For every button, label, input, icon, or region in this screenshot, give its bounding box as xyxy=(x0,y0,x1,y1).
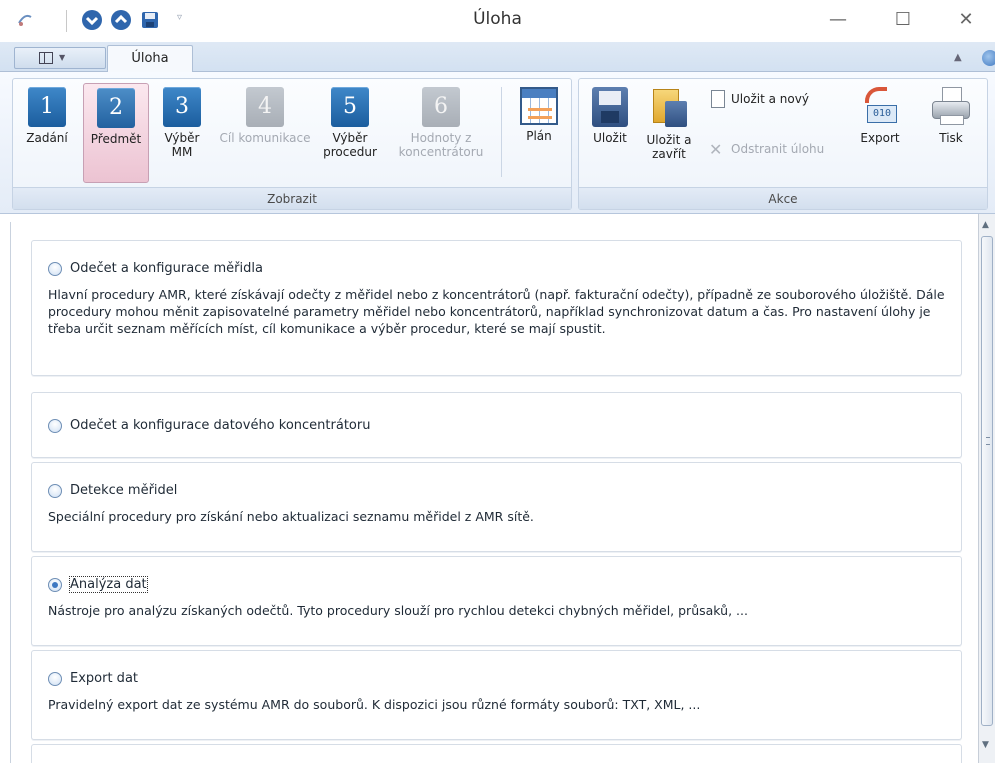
list-item[interactable] xyxy=(31,744,962,763)
task-option[interactable]: Export dat xyxy=(48,670,138,688)
vyber-procedur-button[interactable]: 5 Výběr procedur xyxy=(320,87,380,159)
application-menu-button[interactable]: ▼ xyxy=(14,47,106,69)
new-document-icon xyxy=(711,90,725,108)
odstranit-ulohu-label: Odstranit úlohu xyxy=(731,142,825,156)
task-title: Odečet a konfigurace datového koncentrát… xyxy=(70,418,371,433)
close-button[interactable]: ✕ xyxy=(946,6,986,36)
tisk-button[interactable]: Tisk xyxy=(925,87,977,145)
export-label: Export xyxy=(860,131,900,145)
task-title: Export dat xyxy=(70,671,139,686)
ribbon: 1 Zadání 2 Předmět 3 Výběr MM 4 Cíl komu… xyxy=(0,72,995,214)
ulozit-button[interactable]: Uložit xyxy=(587,87,633,145)
step-2-icon: 2 xyxy=(97,88,135,128)
chevron-down-icon: ▼ xyxy=(59,53,66,62)
scroll-down-icon[interactable]: ▼ xyxy=(982,740,989,750)
printer-icon xyxy=(930,87,972,127)
ribbon-group-akce: Uložit Uložit a zavřít Uložit a nový ✕ O… xyxy=(578,78,988,210)
radio-button[interactable] xyxy=(48,672,62,686)
task-option[interactable]: Odečet a konfigurace měřidla xyxy=(48,260,263,278)
list-item[interactable]: Analýza dat Nástroje pro analýzu získaný… xyxy=(31,556,962,646)
ulozit-a-zavrit-label: Uložit a zavřít xyxy=(646,133,692,161)
radio-button[interactable] xyxy=(48,484,62,498)
task-title: Detekce měřidel xyxy=(70,483,178,498)
step-3-icon: 3 xyxy=(163,87,201,127)
help-icon[interactable] xyxy=(982,50,995,66)
task-option[interactable]: Odečet a konfigurace datového koncentrát… xyxy=(48,417,370,435)
vertical-scrollbar[interactable]: ▲ ▼ xyxy=(978,214,995,763)
delete-icon: ✕ xyxy=(709,140,723,159)
task-title: Analýza dat xyxy=(69,576,148,593)
ribbon-group-zobrazit: 1 Zadání 2 Předmět 3 Výběr MM 4 Cíl komu… xyxy=(12,78,572,210)
scrollbar-thumb[interactable] xyxy=(981,236,993,726)
predmet-label: Předmět xyxy=(90,132,142,146)
calendar-icon xyxy=(520,87,558,125)
radio-button[interactable] xyxy=(48,262,62,276)
group-divider xyxy=(501,87,502,177)
cil-komunikace-button[interactable]: 4 Cíl komunikace xyxy=(216,87,314,145)
step-6-icon: 6 xyxy=(422,87,460,127)
task-type-list: Odečet a konfigurace měřidla Hlavní proc… xyxy=(0,214,995,763)
radio-button[interactable] xyxy=(48,419,62,433)
task-description: Hlavní procedury AMR, které získávají od… xyxy=(48,287,945,336)
ribbon-tab-row: ▼ Úloha ▲ xyxy=(0,42,995,73)
cil-komunikace-label: Cíl komunikace xyxy=(219,131,311,145)
zadani-label: Zadání xyxy=(26,131,68,145)
export-icon: 010 xyxy=(861,87,899,127)
ulozit-a-novy-button[interactable]: Uložit a nový xyxy=(705,89,845,109)
plan-label: Plán xyxy=(526,129,552,143)
export-button[interactable]: 010 Export xyxy=(851,87,909,145)
list-item[interactable]: Detekce měřidel Speciální procedury pro … xyxy=(31,462,962,552)
task-option[interactable]: Analýza dat xyxy=(48,576,148,594)
step-5-icon: 5 xyxy=(331,87,369,127)
odstranit-ulohu-button[interactable]: ✕ Odstranit úlohu xyxy=(705,139,845,159)
list-item[interactable]: Odečet a konfigurace měřidla Hlavní proc… xyxy=(31,240,962,376)
menu-icon xyxy=(39,52,53,64)
step-4-icon: 4 xyxy=(246,87,284,127)
group-label-zobrazit: Zobrazit xyxy=(13,187,571,209)
task-description: Nástroje pro analýzu získaných odečtů. T… xyxy=(48,603,748,618)
predmet-button[interactable]: 2 Předmět xyxy=(83,83,149,183)
radio-button-selected[interactable] xyxy=(48,578,62,592)
list-item[interactable]: Export dat Pravidelný export dat ze syst… xyxy=(31,650,962,740)
small-actions: Uložit a nový ✕ Odstranit úlohu xyxy=(705,89,845,159)
task-description: Speciální procedury pro získání nebo akt… xyxy=(48,509,534,524)
tab-uloha[interactable]: Úloha xyxy=(107,45,193,73)
step-1-icon: 1 xyxy=(28,87,66,127)
scroll-up-icon[interactable]: ▲ xyxy=(982,220,989,230)
title-bar: ▿ Úloha — ☐ ✕ xyxy=(0,0,995,42)
floppy-disk-icon xyxy=(592,87,628,127)
collapse-ribbon-icon[interactable]: ▲ xyxy=(954,52,962,63)
vyber-mm-button[interactable]: 3 Výběr MM xyxy=(153,87,211,159)
hodnoty-z-koncentratoru-label: Hodnoty z koncentrátoru xyxy=(398,131,484,159)
plan-button[interactable]: Plán xyxy=(511,87,567,143)
content-border xyxy=(10,222,11,763)
minimize-button[interactable]: — xyxy=(818,6,858,36)
group-label-akce: Akce xyxy=(579,187,987,209)
tisk-label: Tisk xyxy=(939,131,963,145)
vyber-mm-label: Výběr MM xyxy=(164,131,200,159)
task-title: Odečet a konfigurace měřidla xyxy=(70,261,263,276)
save-and-close-icon xyxy=(649,87,689,129)
vyber-procedur-label: Výběr procedur xyxy=(323,131,377,159)
zadani-button[interactable]: 1 Zadání xyxy=(16,87,78,145)
ulozit-a-novy-label: Uložit a nový xyxy=(731,92,809,106)
ulozit-label: Uložit xyxy=(593,131,627,145)
task-description: Pravidelný export dat ze systému AMR do … xyxy=(48,697,701,712)
maximize-button[interactable]: ☐ xyxy=(883,6,923,36)
task-option[interactable]: Detekce měřidel xyxy=(48,482,177,500)
hodnoty-z-koncentratoru-button[interactable]: 6 Hodnoty z koncentrátoru xyxy=(387,87,495,159)
list-item[interactable]: Odečet a konfigurace datového koncentrát… xyxy=(31,392,962,458)
ulozit-a-zavrit-button[interactable]: Uložit a zavřít xyxy=(641,87,697,161)
